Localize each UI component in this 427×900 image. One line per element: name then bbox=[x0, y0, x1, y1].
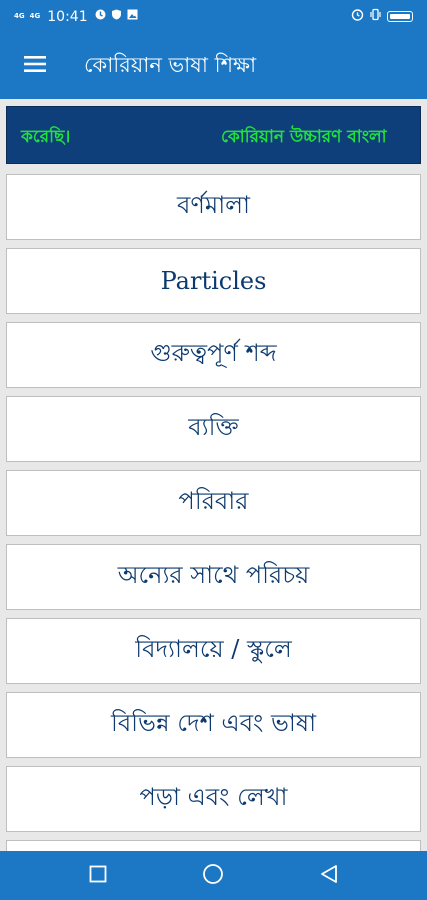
shield-icon bbox=[111, 9, 122, 24]
app-title: কোরিয়ান ভাষা শিক্ষা bbox=[84, 52, 257, 77]
network-indicator-1: 4G bbox=[14, 12, 25, 20]
list-item-at-school[interactable]: বিদ্যালয়ে / স্কুলে bbox=[6, 618, 421, 684]
status-bar-right bbox=[351, 8, 413, 25]
ticker-text-left: করেছি। bbox=[21, 127, 71, 147]
list-item-countries-languages[interactable]: বিভিন্ন দেশ এবং ভাষা bbox=[6, 692, 421, 758]
gallery-icon bbox=[127, 9, 138, 24]
lesson-list: বর্ণমালা Particles গুরুত্বপূর্ণ শব্দ ব্য… bbox=[6, 174, 421, 852]
list-item-introducing-others[interactable]: অন্যের সাথে পরিচয় bbox=[6, 544, 421, 610]
scrolling-ticker: করেছি। কোরিয়ান উচ্চারণ বাংলা bbox=[6, 106, 421, 164]
list-item-alphabet[interactable]: বর্ণমালা bbox=[6, 174, 421, 240]
home-icon bbox=[202, 863, 224, 889]
app-bar: কোরিয়ান ভাষা শিক্ষা bbox=[0, 33, 427, 99]
list-item-family[interactable]: পরিবার bbox=[6, 470, 421, 536]
status-time: 10:41 bbox=[47, 8, 88, 25]
alarm-icon bbox=[351, 8, 364, 25]
recent-apps-button[interactable] bbox=[78, 856, 118, 896]
recent-apps-icon bbox=[89, 865, 107, 887]
list-item-important-words[interactable]: গুরুত্বপূর্ণ শব্দ bbox=[6, 322, 421, 388]
list-item-reading-writing[interactable]: পড়া এবং লেখা bbox=[6, 766, 421, 832]
back-icon bbox=[320, 864, 338, 888]
home-button[interactable] bbox=[193, 856, 233, 896]
status-bar: 4G 4G 10:41 bbox=[0, 0, 427, 33]
ticker-text-right: কোরিয়ান উচ্চারণ বাংলা bbox=[221, 127, 387, 147]
list-item-person[interactable]: ব্যক্তি bbox=[6, 396, 421, 462]
status-bar-left: 4G 4G 10:41 bbox=[14, 9, 138, 25]
vibrate-icon bbox=[369, 8, 382, 25]
menu-button[interactable] bbox=[0, 33, 70, 99]
network-indicator-2: 4G bbox=[29, 12, 41, 20]
menu-icon bbox=[24, 55, 46, 77]
notification-icon bbox=[95, 9, 106, 24]
list-item-particles[interactable]: Particles bbox=[6, 248, 421, 314]
navigation-bar bbox=[0, 851, 427, 900]
battery-icon bbox=[387, 11, 413, 22]
back-button[interactable] bbox=[309, 856, 349, 896]
